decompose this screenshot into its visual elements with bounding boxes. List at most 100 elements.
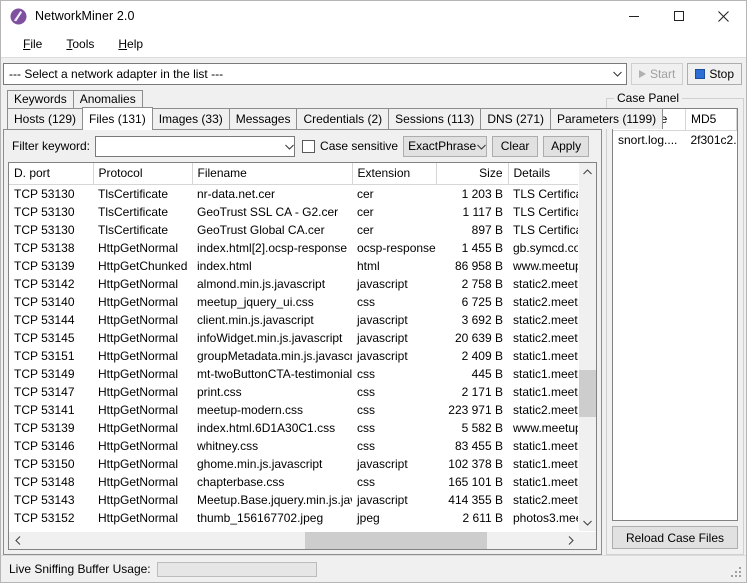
vertical-scroll-thumb[interactable] xyxy=(579,370,596,417)
resize-grip-icon[interactable] xyxy=(731,567,743,579)
cell-filename: nr-data.net.cer xyxy=(192,185,352,203)
table-row[interactable]: TCP 53139HttpGetNormalindex.html.6D1A30C… xyxy=(9,419,578,437)
case-sensitive-checkbox[interactable]: Case sensitive xyxy=(302,139,398,153)
col-header-extension[interactable]: Extension xyxy=(352,163,436,185)
files-grid-horizontal-scrollbar[interactable] xyxy=(9,531,596,549)
cell-protocol: HttpGetNormal xyxy=(93,365,192,383)
cell-d-port: TCP 53143 xyxy=(9,491,93,509)
menu-file[interactable]: File xyxy=(11,34,54,54)
minimize-button[interactable] xyxy=(611,1,656,31)
table-row[interactable]: TCP 53156HttpGetNormalthumb_151699612.jp… xyxy=(9,527,578,532)
menu-tools[interactable]: Tools xyxy=(54,34,106,54)
table-row[interactable]: TCP 53152HttpGetNormalthumb_156167702.jp… xyxy=(9,509,578,527)
tab-anomalies[interactable]: Anomalies xyxy=(73,90,143,108)
table-row[interactable]: TCP 53138HttpGetNormalindex.html[2].ocsp… xyxy=(9,239,578,257)
cell-filename: chapterbase.css xyxy=(192,473,352,491)
cell-size: 2 171 B xyxy=(436,383,508,401)
table-row[interactable]: TCP 53144HttpGetNormalclient.min.js.java… xyxy=(9,311,578,329)
scroll-down-icon[interactable] xyxy=(579,514,596,531)
cell-protocol: TlsCertificate xyxy=(93,185,192,203)
tab-credentials[interactable]: Credentials (2) xyxy=(296,108,389,129)
cell-details: static1.meetupsta xyxy=(508,455,578,473)
menu-tools-label: ools xyxy=(72,37,94,51)
cell-extension: css xyxy=(352,365,436,383)
table-row[interactable]: TCP 53151HttpGetNormalgroupMetadata.min.… xyxy=(9,347,578,365)
tab-hosts[interactable]: Hosts (129) xyxy=(7,108,83,129)
menu-help[interactable]: Help xyxy=(106,34,155,54)
horizontal-scroll-thumb[interactable] xyxy=(305,532,487,549)
window-controls xyxy=(611,1,746,31)
table-row[interactable]: TCP 53140HttpGetNormalmeetup_jquery_ui.c… xyxy=(9,293,578,311)
status-bar: Live Sniffing Buffer Usage: xyxy=(1,555,746,582)
table-row[interactable]: TCP 53148HttpGetNormalchapterbase.csscss… xyxy=(9,473,578,491)
table-row[interactable]: TCP 53130TlsCertificatenr-data.net.cerce… xyxy=(9,185,578,203)
table-row[interactable]: TCP 53142HttpGetNormalalmond.min.js.java… xyxy=(9,275,578,293)
cell-d-port: TCP 53142 xyxy=(9,275,93,293)
stop-icon xyxy=(695,69,705,79)
table-row[interactable]: TCP 53146HttpGetNormalwhitney.csscss83 4… xyxy=(9,437,578,455)
scroll-up-icon[interactable] xyxy=(579,163,596,180)
tab-sessions[interactable]: Sessions (113) xyxy=(388,108,481,129)
table-row[interactable]: TCP 53130TlsCertificateGeoTrust SSL CA -… xyxy=(9,203,578,221)
cell-size: 223 971 B xyxy=(436,401,508,419)
cell-d-port: TCP 53139 xyxy=(9,257,93,275)
col-header-filename[interactable]: Filename xyxy=(192,163,352,185)
col-header-dport[interactable]: D. port xyxy=(9,163,93,185)
col-header-case-md5[interactable]: MD5 xyxy=(686,109,737,131)
chevron-down-icon xyxy=(609,71,626,77)
tab-dns[interactable]: DNS (271) xyxy=(480,108,551,129)
tab-messages[interactable]: Messages xyxy=(229,108,298,129)
stop-button[interactable]: Stop xyxy=(687,63,742,85)
cell-protocol: HttpGetNormal xyxy=(93,473,192,491)
network-adapter-select[interactable]: --- Select a network adapter in the list… xyxy=(3,63,627,85)
table-row[interactable]: TCP 53149HttpGetNormalmt-twoButtonCTA-te… xyxy=(9,365,578,383)
horizontal-scroll-track[interactable] xyxy=(26,532,562,549)
cell-d-port: TCP 53141 xyxy=(9,401,93,419)
tab-keywords[interactable]: Keywords xyxy=(7,90,74,108)
reload-case-files-button[interactable]: Reload Case Files xyxy=(612,526,738,549)
clear-filter-button[interactable]: Clear xyxy=(492,136,538,157)
cell-details: static2.meetupsta xyxy=(508,293,578,311)
close-button[interactable] xyxy=(701,1,746,31)
scroll-left-icon[interactable] xyxy=(9,532,26,549)
maximize-button[interactable] xyxy=(656,1,701,31)
table-row[interactable]: TCP 53139HttpGetChunkedindex.htmlhtml86 … xyxy=(9,257,578,275)
cell-protocol: HttpGetNormal xyxy=(93,419,192,437)
cell-d-port: TCP 53138 xyxy=(9,239,93,257)
start-button[interactable]: Start xyxy=(631,63,683,85)
tab-parameters[interactable]: Parameters (1199) xyxy=(550,108,663,129)
filter-mode-select[interactable]: ExactPhrase xyxy=(403,136,487,157)
cell-extension: javascript xyxy=(352,311,436,329)
filter-mode-value: ExactPhrase xyxy=(404,139,477,153)
table-row[interactable]: TCP 53130TlsCertificateGeoTrust Global C… xyxy=(9,221,578,239)
cell-details: static1.meetupsta xyxy=(508,347,578,365)
vertical-scroll-track[interactable] xyxy=(579,180,596,514)
case-panel-groupbox: Case Panel Filename MD5 snort.log....2f3… xyxy=(606,98,744,555)
col-header-details[interactable]: Details xyxy=(508,163,578,185)
table-row[interactable]: TCP 53141HttpGetNormalmeetup-modern.cssc… xyxy=(9,401,578,419)
files-grid-vertical-scrollbar[interactable] xyxy=(578,163,596,531)
scroll-right-icon[interactable] xyxy=(562,532,579,549)
case-table-row[interactable]: snort.log....2f301c2... xyxy=(613,131,737,150)
cell-details: TLS Certificate: C xyxy=(508,221,578,239)
filter-keyword-input[interactable] xyxy=(95,136,295,157)
col-header-protocol[interactable]: Protocol xyxy=(93,163,192,185)
table-row[interactable]: TCP 53143HttpGetNormalMeetup.Base.jquery… xyxy=(9,491,578,509)
cell-filename: thumb_156167702.jpeg xyxy=(192,509,352,527)
table-row[interactable]: TCP 53147HttpGetNormalprint.csscss2 171 … xyxy=(9,383,578,401)
cell-details: static2.meetupsta xyxy=(508,275,578,293)
tab-images[interactable]: Images (33) xyxy=(152,108,230,129)
stop-button-label: Stop xyxy=(709,67,734,81)
tab-files[interactable]: Files (131) xyxy=(82,107,153,130)
col-header-size[interactable]: Size xyxy=(436,163,508,185)
cell-protocol: HttpGetNormal xyxy=(93,293,192,311)
case-files-list[interactable]: Filename MD5 snort.log....2f301c2... xyxy=(612,108,738,521)
table-row[interactable]: TCP 53150HttpGetNormalghome.min.js.javas… xyxy=(9,455,578,473)
table-row[interactable]: TCP 53145HttpGetNormalinfoWidget.min.js.… xyxy=(9,329,578,347)
chevron-down-icon[interactable] xyxy=(285,139,294,153)
cell-details: static2.meetupsta xyxy=(508,401,578,419)
cell-size: 1 455 B xyxy=(436,239,508,257)
apply-filter-button[interactable]: Apply xyxy=(543,136,589,157)
cell-protocol: HttpGetNormal xyxy=(93,455,192,473)
cell-protocol: TlsCertificate xyxy=(93,221,192,239)
